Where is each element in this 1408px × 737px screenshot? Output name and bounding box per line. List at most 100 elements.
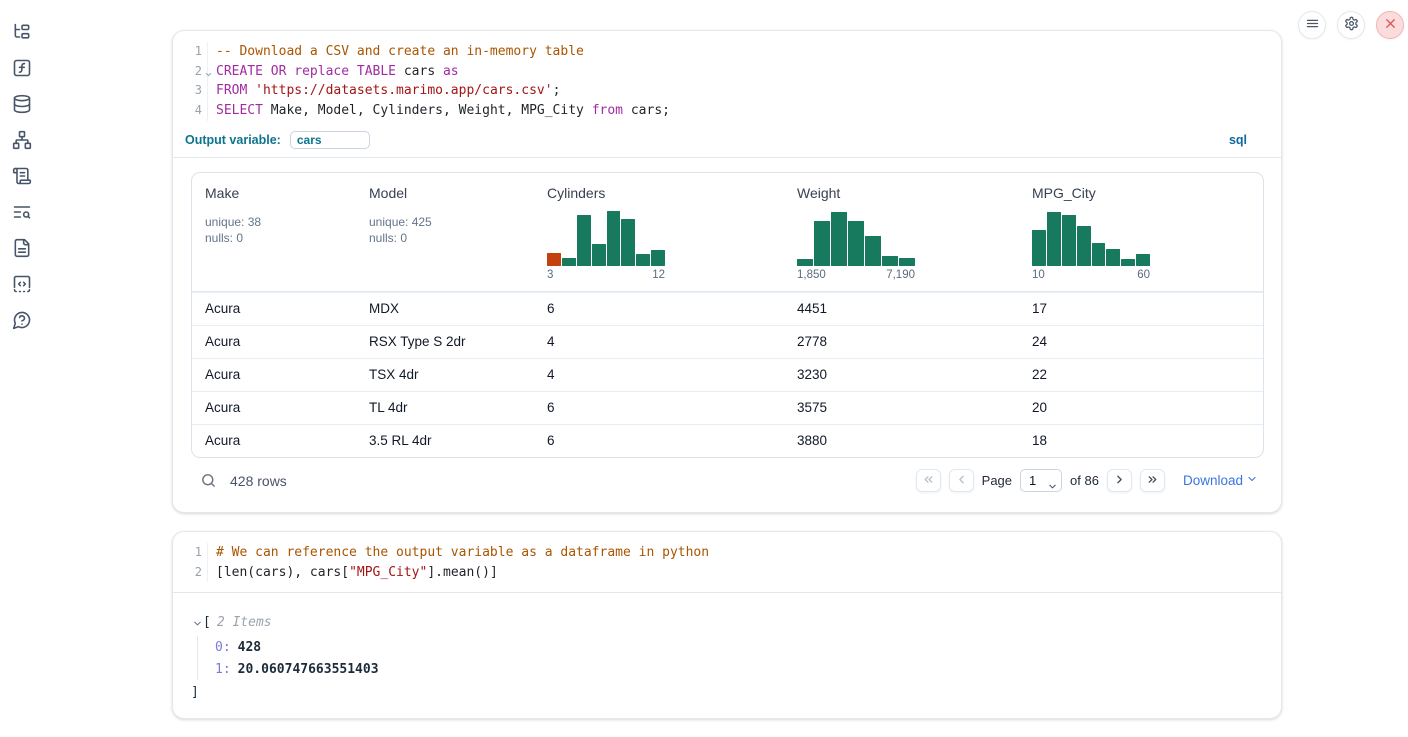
column-header-model[interactable]: Model unique: 425 nulls: 0 xyxy=(356,173,534,291)
sidebar-item-documentation[interactable] xyxy=(12,238,32,258)
download-button[interactable]: Download xyxy=(1183,473,1258,488)
chevron-left-icon xyxy=(955,473,968,489)
histogram-bar xyxy=(848,221,864,265)
table-row: AcuraTL 4dr6357520 xyxy=(192,391,1263,424)
column-header-make[interactable]: Make unique: 38 nulls: 0 xyxy=(192,173,356,291)
file-tree-icon xyxy=(12,30,32,45)
table-footer: 428 rows Page 1 of 86 xyxy=(191,458,1264,502)
network-icon xyxy=(12,138,32,153)
page-label: Page xyxy=(982,473,1012,488)
sidebar-item-datasources[interactable] xyxy=(12,94,32,114)
sidebar-item-file-explorer[interactable] xyxy=(12,22,32,42)
histogram-bar xyxy=(1047,212,1061,266)
tree-children: 0: 428 1: 20.060747663551403 xyxy=(197,636,1263,680)
pagination: Page 1 of 86 xyxy=(916,469,1165,492)
data-table: Make unique: 38 nulls: 0 Model unique: 4… xyxy=(191,172,1264,458)
output-variable-label: Output variable: xyxy=(185,133,281,147)
search-icon xyxy=(200,477,217,492)
code-line: 4 SELECT Make, Model, Cylinders, Weight,… xyxy=(173,101,1281,121)
scroll-icon xyxy=(12,174,32,189)
column-header-weight[interactable]: Weight 1,850 7,190 xyxy=(784,173,1019,291)
output-variable-row: Output variable: sql xyxy=(173,128,1281,157)
code-line: 1 # We can reference the output variable… xyxy=(173,543,1281,563)
histogram-bar xyxy=(562,258,576,265)
mpg-city-histogram: 10 60 xyxy=(1032,209,1150,281)
chevrons-right-icon xyxy=(1146,473,1159,489)
weight-histogram: 1,850 7,190 xyxy=(797,209,915,281)
histogram-bar xyxy=(1106,249,1120,266)
sql-code-editor[interactable]: 1 -- Download a CSV and create an in-mem… xyxy=(173,31,1281,121)
python-cell-output: [ 2 Items 0: 428 1: 20.060747663551403 ] xyxy=(173,593,1281,718)
axis-max-label: 7,190 xyxy=(886,269,915,281)
axis-max-label: 60 xyxy=(1137,269,1150,281)
code-square-icon xyxy=(12,282,32,297)
item-key: 0: xyxy=(215,640,231,655)
chevron-right-icon xyxy=(1113,473,1126,489)
items-count-label: 2 Items xyxy=(217,615,272,630)
histogram-bar xyxy=(814,221,830,265)
histogram-bar xyxy=(607,211,621,266)
text-search-icon xyxy=(12,210,32,225)
item-key: 1: xyxy=(215,662,231,677)
sidebar-item-help[interactable] xyxy=(12,310,32,330)
table-header-row: Make unique: 38 nulls: 0 Model unique: 4… xyxy=(192,173,1263,292)
histogram-bar xyxy=(636,254,650,265)
table-row: AcuraRSX Type S 2dr4277824 xyxy=(192,325,1263,358)
help-bubble-icon xyxy=(12,318,32,333)
histogram-bar xyxy=(577,215,591,266)
code-line: 2 CREATE OR replace TABLE cars as xyxy=(173,62,1281,82)
sidebar-item-snippets[interactable] xyxy=(12,274,32,294)
sql-cell-output: Make unique: 38 nulls: 0 Model unique: 4… xyxy=(173,158,1281,512)
last-page-button[interactable] xyxy=(1140,469,1165,492)
table-search-button[interactable] xyxy=(199,472,217,490)
output-variable-input[interactable] xyxy=(290,131,370,149)
item-value: 428 xyxy=(238,640,261,655)
database-icon xyxy=(12,102,32,117)
histogram-bar xyxy=(1121,259,1135,266)
row-count: 428 rows xyxy=(230,473,287,489)
chevron-down-icon xyxy=(1246,473,1258,488)
next-page-button[interactable] xyxy=(1107,469,1132,492)
table-row: AcuraTSX 4dr4323022 xyxy=(192,358,1263,391)
shutdown-button[interactable] xyxy=(1376,11,1404,39)
table-row: AcuraMDX6445117 xyxy=(192,292,1263,325)
close-icon xyxy=(1383,16,1398,34)
code-line: 1 -- Download a CSV and create an in-mem… xyxy=(173,42,1281,62)
previous-page-button[interactable] xyxy=(949,469,974,492)
hamburger-icon xyxy=(1305,16,1320,34)
menu-button[interactable] xyxy=(1298,11,1326,39)
tree-collapse-button[interactable] xyxy=(191,617,203,629)
line-number: 1 xyxy=(173,543,207,563)
notebook: 1 -- Download a CSV and create an in-mem… xyxy=(172,30,1282,737)
list-item: 1: 20.060747663551403 xyxy=(215,658,1263,680)
window-controls xyxy=(1298,11,1404,39)
cylinders-histogram: 3 12 xyxy=(547,209,665,281)
first-page-button[interactable] xyxy=(916,469,941,492)
sidebar-item-logs[interactable] xyxy=(12,202,32,222)
histogram-bar xyxy=(1136,254,1150,265)
sidebar-item-variables[interactable] xyxy=(12,58,32,78)
settings-button[interactable] xyxy=(1337,11,1365,39)
chevron-down-icon xyxy=(192,617,203,632)
column-header-cylinders[interactable]: Cylinders 3 12 xyxy=(534,173,784,291)
column-header-mpg-city[interactable]: MPG_City 10 60 xyxy=(1019,173,1263,291)
sql-cell: 1 -- Download a CSV and create an in-mem… xyxy=(172,30,1282,513)
sidebar-item-scratchpad[interactable] xyxy=(12,166,32,186)
sidebar-item-dependencies[interactable] xyxy=(12,130,32,150)
fold-chevron-icon[interactable] xyxy=(204,66,213,75)
stat-nulls: nulls: 0 xyxy=(369,230,524,247)
histogram-bar xyxy=(1032,230,1046,266)
open-bracket: [ xyxy=(203,615,211,630)
page-select[interactable]: 1 xyxy=(1020,469,1062,492)
histogram-bar xyxy=(865,236,881,266)
code-line: 2 [len(cars), cars["MPG_City"].mean()] xyxy=(173,563,1281,583)
stat-unique: unique: 425 xyxy=(369,214,524,231)
page-total: of 86 xyxy=(1070,473,1099,488)
code-line: 3 FROM 'https://datasets.marimo.app/cars… xyxy=(173,81,1281,101)
line-number: 3 xyxy=(173,81,207,101)
stat-nulls: nulls: 0 xyxy=(205,230,346,247)
table-row: Acura3.5 RL 4dr6388018 xyxy=(192,424,1263,457)
list-item: 0: 428 xyxy=(215,636,1263,658)
python-code-editor[interactable]: 1 # We can reference the output variable… xyxy=(173,532,1281,592)
histogram-bar xyxy=(592,244,606,266)
